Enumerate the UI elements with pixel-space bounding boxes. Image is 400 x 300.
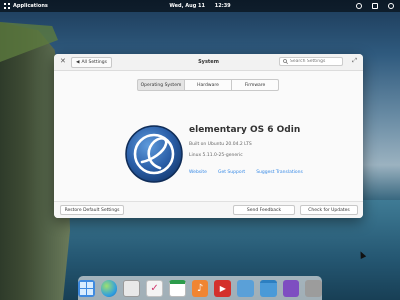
suggest-translations-link[interactable]: Suggest Translations xyxy=(256,170,303,175)
power-icon[interactable] xyxy=(388,3,394,9)
panel-date: Wed, Aug 11 xyxy=(169,3,205,9)
volume-icon[interactable] xyxy=(356,3,362,9)
web-browser-icon[interactable] xyxy=(100,279,118,297)
tasks-icon[interactable]: ✓ xyxy=(146,279,163,297)
elementary-logo-icon xyxy=(125,125,183,183)
info-links: Website Get Support Suggest Translations xyxy=(189,170,303,175)
kernel-version: Linux 5.11.0-25-generic xyxy=(189,153,243,158)
videos-icon[interactable]: ▶ xyxy=(214,279,232,297)
system-settings-window: ✕ ◀ All Settings System ⤢ Operating Syst… xyxy=(54,54,363,218)
website-link[interactable]: Website xyxy=(189,170,207,175)
restore-defaults-button[interactable]: Restore Default Settings xyxy=(60,205,124,215)
multitasking-view-icon[interactable] xyxy=(77,279,95,297)
build-info: Built on Ubuntu 20.04.2 LTS xyxy=(189,142,252,147)
send-feedback-button[interactable]: Send Feedback xyxy=(233,205,295,215)
files-icon[interactable] xyxy=(259,279,277,297)
system-settings-icon[interactable] xyxy=(305,279,323,297)
panel-time: 12:39 xyxy=(214,3,231,9)
tab-operating-system[interactable]: Operating System xyxy=(137,79,185,91)
os-info: elementary OS 6 Odin Built on Ubuntu 20.… xyxy=(189,125,300,158)
panel-indicators xyxy=(356,0,394,12)
view-switcher: Operating System Hardware Firmware xyxy=(54,79,363,91)
network-icon[interactable] xyxy=(372,3,378,9)
search-icon xyxy=(283,59,288,64)
calendar-icon[interactable] xyxy=(168,279,186,297)
window-action-bar: Restore Default Settings Send Feedback C… xyxy=(54,201,363,218)
maximize-icon[interactable]: ⤢ xyxy=(352,57,357,65)
appcenter-icon[interactable] xyxy=(282,279,300,297)
tab-hardware[interactable]: Hardware xyxy=(184,79,232,91)
os-name: elementary OS 6 Odin xyxy=(189,125,301,135)
check-updates-button[interactable]: Check for Updates xyxy=(300,205,358,215)
search-input[interactable] xyxy=(290,59,342,64)
mail-icon[interactable] xyxy=(123,279,141,297)
dock: ✓ ♪ ▶ xyxy=(77,276,323,300)
search-field[interactable] xyxy=(279,57,343,66)
window-titlebar[interactable]: ✕ ◀ All Settings System ⤢ xyxy=(54,54,363,71)
music-icon[interactable]: ♪ xyxy=(191,279,209,297)
date-time-indicator[interactable]: Wed, Aug 11 12:39 xyxy=(0,3,400,9)
tab-firmware[interactable]: Firmware xyxy=(231,79,279,91)
photos-icon[interactable] xyxy=(237,279,254,297)
get-support-link[interactable]: Get Support xyxy=(218,170,245,175)
top-panel: Applications Wed, Aug 11 12:39 xyxy=(0,0,400,12)
